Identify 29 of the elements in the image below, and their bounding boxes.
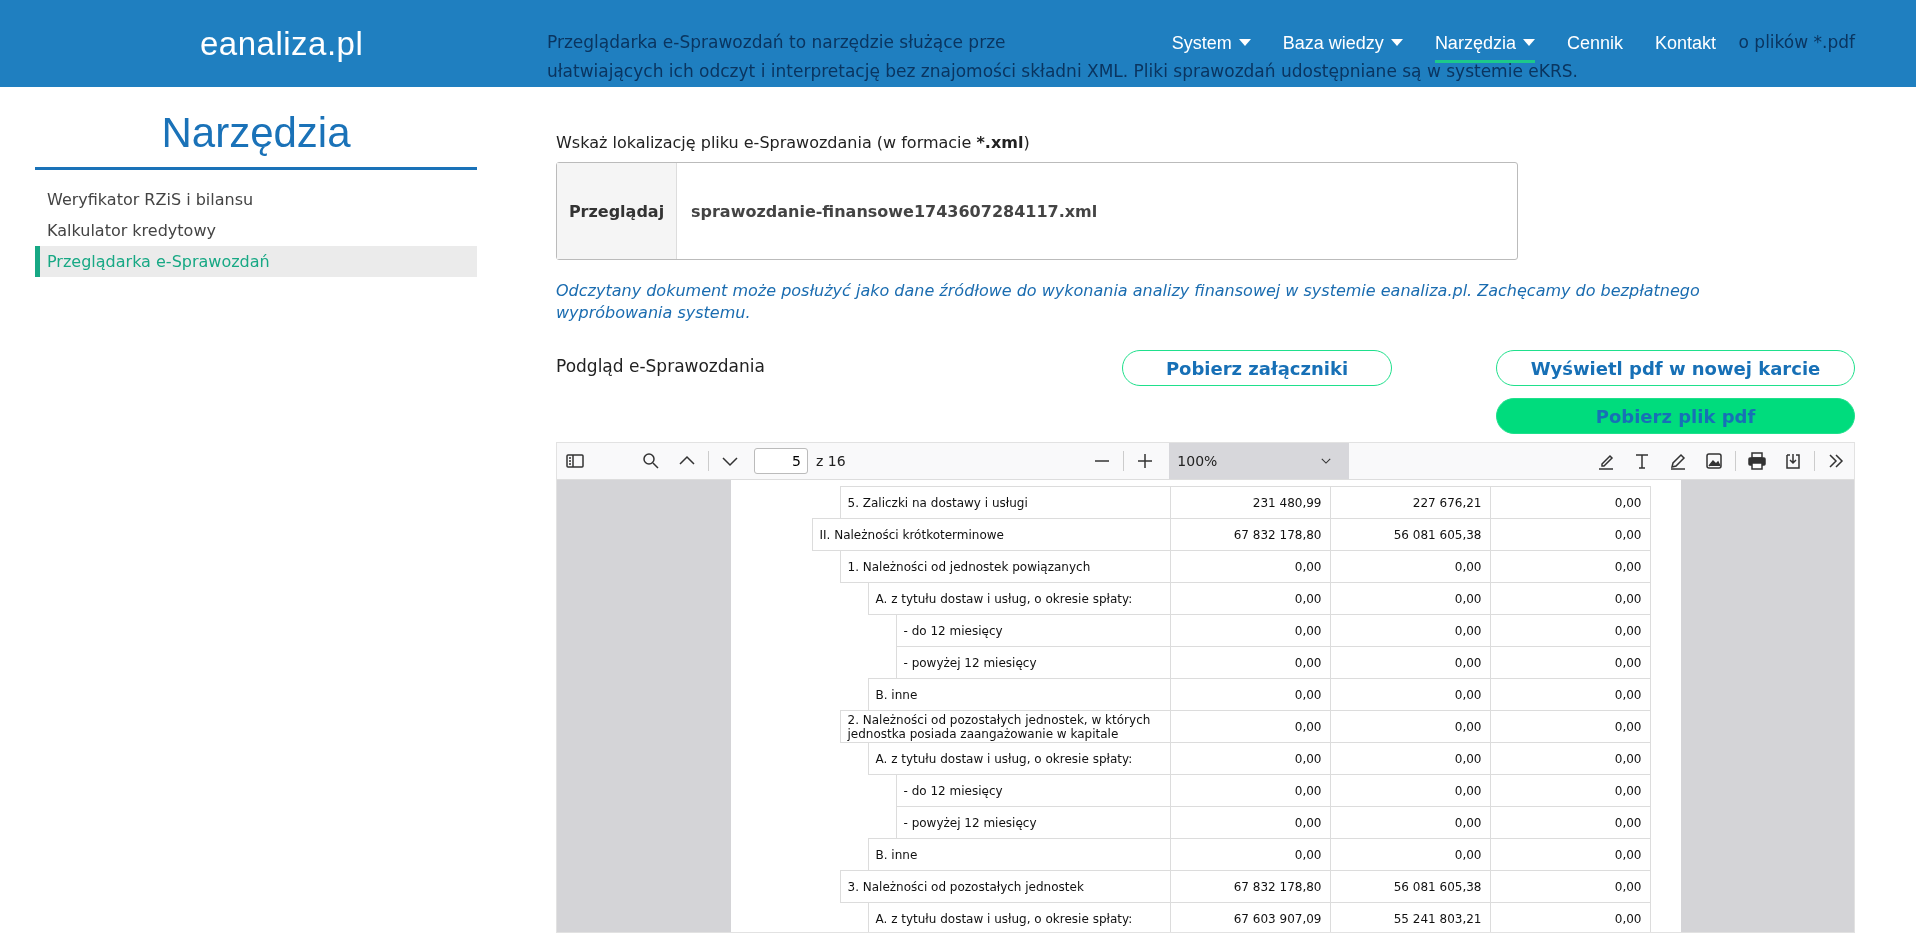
search-icon[interactable] (641, 451, 661, 471)
table-cell: 5. Zaliczki na dostawy i usługi (839, 486, 1171, 519)
logo[interactable]: eanaliza.pl (200, 24, 364, 63)
sidebar-item[interactable]: Kalkulator kredytowy (35, 215, 477, 246)
info-text: Odczytany dokument może posłużyć jako dane źródłowe do wykonania analizy finansowej w systemie eanaliza.pl. Zachęcamy do bezpłatnego wypróbowania systemu. (556, 280, 1701, 324)
download-button[interactable]: Wyświetl pdf w nowej karcie (1496, 350, 1855, 386)
browse-button[interactable]: Przeglądaj (557, 163, 677, 259)
intro-text: o plików *.pdf (1738, 31, 1855, 54)
image-icon[interactable] (1704, 451, 1724, 471)
sidebar-title: Narzędzia (35, 87, 477, 170)
ekrs-link[interactable]: eKRS (1528, 61, 1573, 81)
sidebar-item[interactable]: Weryfikator RZiS i bilansu (35, 184, 477, 215)
download-button[interactable]: Pobierz załączniki (1122, 350, 1392, 386)
file-name: sprawozdanie-finansowe1743607284117.xml (690, 200, 1098, 223)
page-number-field[interactable]: 5 (754, 448, 808, 474)
file-input[interactable]: Przeglądaj sprawozdanie-finansowe1743607284117.xml (556, 162, 1518, 260)
sidebar-toggle-icon[interactable] (565, 451, 585, 471)
intro-text: ułatwiających ich odczyt i interpretację bez znajomości składni XML. Pliki sprawozdań udostępniane są w systemie eKRS. (547, 60, 1579, 83)
zoom-dropdown[interactable]: 100% (1169, 443, 1350, 479)
pen-icon[interactable] (1668, 451, 1688, 471)
table-cell: 0,00 (1489, 486, 1651, 519)
page-count: z 16 (816, 453, 846, 469)
save-icon[interactable] (1783, 451, 1803, 471)
download-button[interactable]: Pobierz plik pdf (1496, 398, 1855, 434)
intro-text: Przeglądarka e-Sprawozdań to narzędzie służące prze (547, 31, 1006, 54)
field-label: Wskaż lokalizację pliku e-Sprawozdania (w formacie *.xml) (556, 133, 1031, 152)
print-icon[interactable] (1747, 451, 1767, 471)
section-title: Podgląd e-Sprawozdania (556, 356, 765, 378)
trial-link[interactable]: wypróbowania systemu (556, 303, 746, 322)
